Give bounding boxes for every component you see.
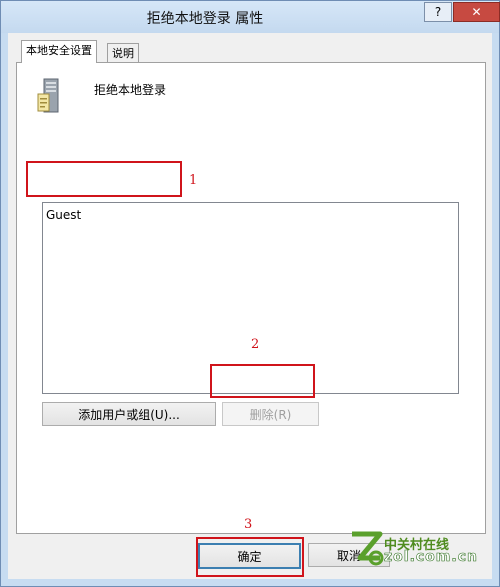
- server-policy-icon: [37, 78, 59, 113]
- help-icon: ?: [434, 5, 442, 19]
- window-title: 拒绝本地登录 属性: [146, 11, 264, 27]
- annotation-marker-3: 3: [244, 517, 253, 532]
- policy-name: 拒绝本地登录: [94, 83, 167, 97]
- annotation-marker-2: 2: [251, 337, 260, 352]
- dialog-client-area: 本地安全设置 说明 拒绝本地登录 Guest 添加用户或组(U)... 删除(R…: [8, 33, 492, 579]
- add-user-or-group-button[interactable]: 添加用户或组(U)...: [42, 402, 216, 426]
- close-button[interactable]: ✕: [453, 2, 500, 22]
- zol-watermark: 中关村在线 zol.com.cn: [346, 528, 496, 568]
- remove-button[interactable]: 删除(R): [222, 402, 319, 426]
- user-group-list[interactable]: Guest: [42, 202, 459, 394]
- tab-panel: 拒绝本地登录 Guest 添加用户或组(U)... 删除(R): [16, 62, 486, 534]
- ok-button[interactable]: 确定: [198, 543, 301, 569]
- tab-local-security-setting[interactable]: 本地安全设置: [21, 40, 97, 63]
- zol-logo-icon: [352, 531, 384, 566]
- title-bar[interactable]: 拒绝本地登录 属性 ? ✕: [1, 1, 500, 33]
- close-icon: ✕: [471, 5, 482, 19]
- tab-explain[interactable]: 说明: [107, 43, 139, 63]
- properties-dialog: 拒绝本地登录 属性 ? ✕ 本地安全设置 说明 拒绝本地登录 Guest 添加用…: [0, 0, 500, 587]
- list-item[interactable]: Guest: [46, 208, 81, 222]
- watermark-en-text: zol.com.cn: [384, 549, 478, 566]
- annotation-marker-1: 1: [189, 173, 198, 188]
- help-button[interactable]: ?: [424, 2, 452, 22]
